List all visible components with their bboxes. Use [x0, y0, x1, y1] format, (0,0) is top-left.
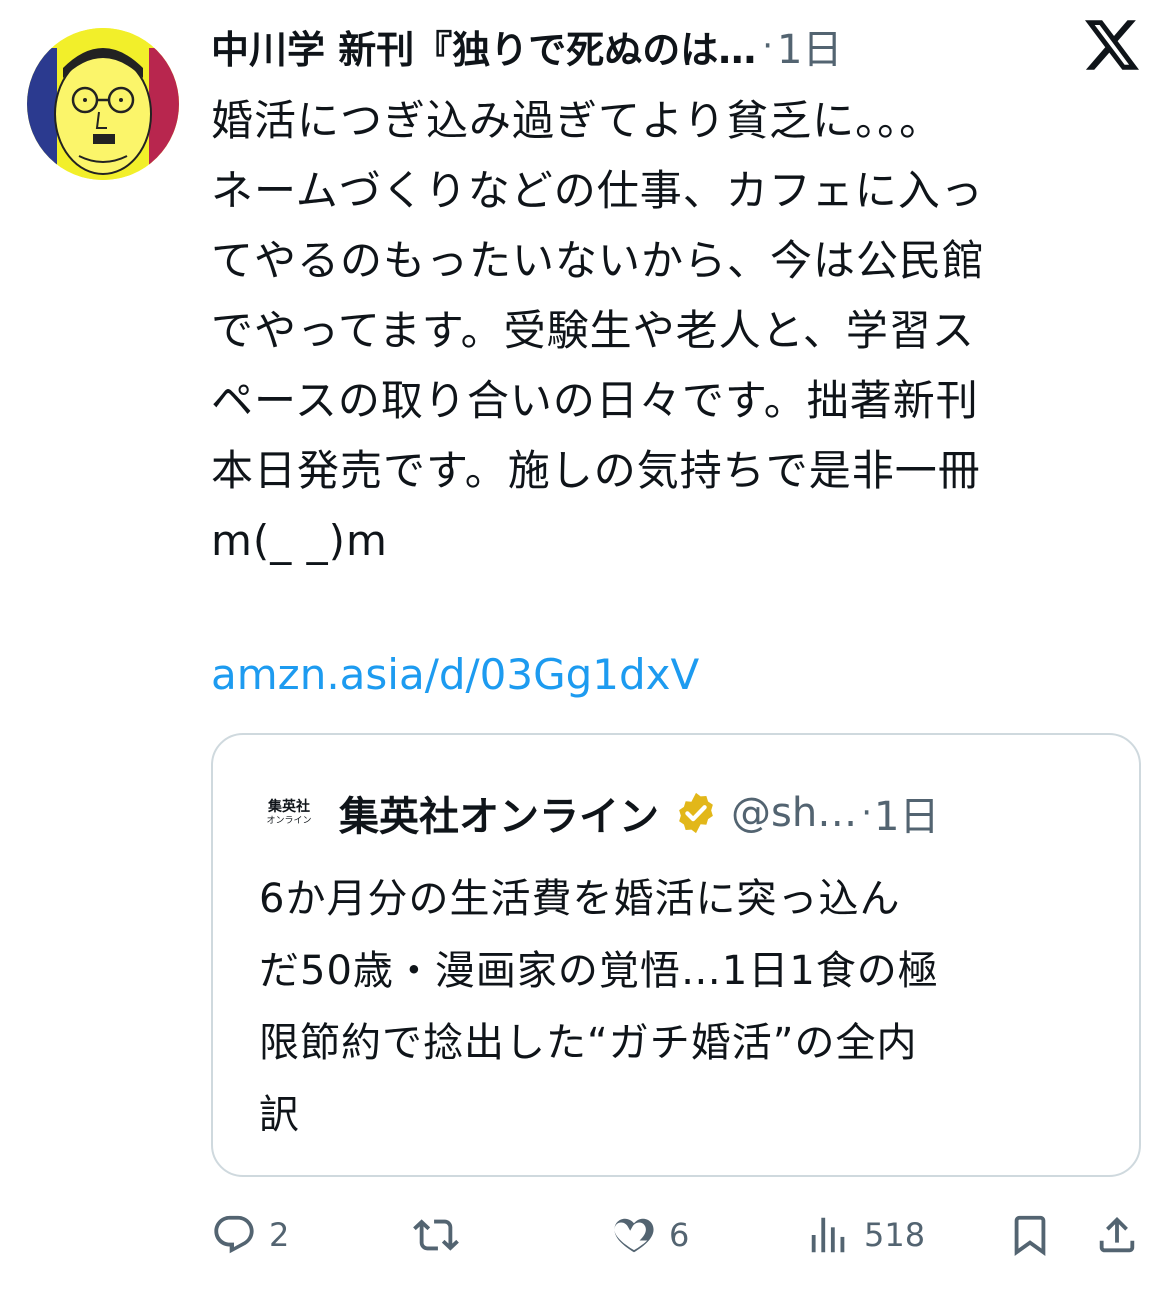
quoted-text-line: 6か月分の生活費を婚活に突っ込ん [259, 876, 901, 922]
quoted-logo-top-text: 集英社 [268, 799, 310, 815]
action-bar: 2 6 518 [211, 1205, 1151, 1265]
share-button[interactable] [1094, 1205, 1140, 1265]
quoted-post-text: 6か月分の生活費を婚活に突っ込ん だ50歳・漫画家の覚悟…1日1食の極 限節約で… [259, 863, 1089, 1151]
quoted-logo-bottom-text: オンライン [266, 816, 312, 826]
tweet[interactable]: 中川学 新刊『独りで死ぬのは… · 1日 婚活につぎ込み過ぎてより貧乏に。。。 … [0, 0, 1170, 1292]
post-text: 婚活につぎ込み過ぎてより貧乏に。。。 ネームづくりなどの仕事、カフェに入っ てや… [211, 86, 1131, 576]
author-avatar[interactable] [27, 28, 179, 180]
quoted-text-line: 限節約で捻出した“ガチ婚活”の全内 [259, 1020, 918, 1066]
quoted-account-handle[interactable]: @sh… [731, 790, 857, 836]
quoted-account-logo[interactable]: 集英社 オンライン [259, 793, 319, 833]
post-text-line: てやるのもったいないから、今は公民館 [211, 236, 986, 285]
post-text-line: ペースの取り合いの日々です。拙著新刊 [211, 376, 979, 425]
quoted-text-line: だ50歳・漫画家の覚悟…1日1食の極 [259, 948, 939, 994]
avatar-illustration-icon [27, 28, 179, 180]
post-time[interactable]: 1日 [777, 17, 842, 75]
quoted-tweet-header: 集英社 オンライン 集英社オンライン @sh… · 1日 [259, 783, 939, 843]
views-count: 518 [864, 1216, 926, 1254]
share-icon [1099, 1216, 1135, 1253]
views-chart-icon [811, 1217, 845, 1253]
verified-badge-icon [679, 792, 713, 834]
reply-icon [214, 1215, 254, 1254]
quoted-tweet-card[interactable]: 集英社 オンライン 集英社オンライン @sh… · 1日 6か月分の生活費を婚活… [211, 733, 1141, 1177]
retweet-button[interactable] [413, 1205, 471, 1265]
like-count: 6 [669, 1216, 690, 1254]
reply-count: 2 [269, 1216, 290, 1254]
quoted-text-line: 訳 [259, 1092, 300, 1138]
bookmark-button[interactable] [1007, 1205, 1053, 1265]
post-text-line: 本日発売です。施しの気持ちで是非一冊 [211, 446, 981, 495]
post-text-line: ネームづくりなどの仕事、カフェに入っ [211, 166, 984, 215]
x-logo-icon[interactable] [1085, 20, 1139, 70]
heart-icon [614, 1218, 654, 1253]
post-text-line: 婚活につぎ込み過ぎてより貧乏に。。。 [211, 96, 943, 145]
bookmark-icon [1014, 1215, 1046, 1256]
post-text-line: でやってます。受験生や老人と、学習ス [211, 306, 975, 355]
reply-button[interactable]: 2 [211, 1205, 289, 1265]
quoted-account-name[interactable]: 集英社オンライン [339, 784, 659, 842]
tweet-header: 中川学 新刊『独りで死ぬのは… · 1日 [211, 14, 1031, 78]
post-text-line: m(_ _)m [211, 516, 388, 565]
separator-dot: · [861, 793, 873, 833]
like-button[interactable]: 6 [611, 1205, 689, 1265]
quoted-post-time[interactable]: 1日 [874, 784, 939, 842]
retweet-icon [413, 1219, 459, 1251]
author-name[interactable]: 中川学 新刊『独りで死ぬのは… [211, 19, 756, 74]
post-link[interactable]: amzn.asia/d/03Gg1dxV [211, 640, 699, 710]
separator-dot: · [762, 26, 774, 66]
views-button[interactable]: 518 [806, 1205, 925, 1265]
